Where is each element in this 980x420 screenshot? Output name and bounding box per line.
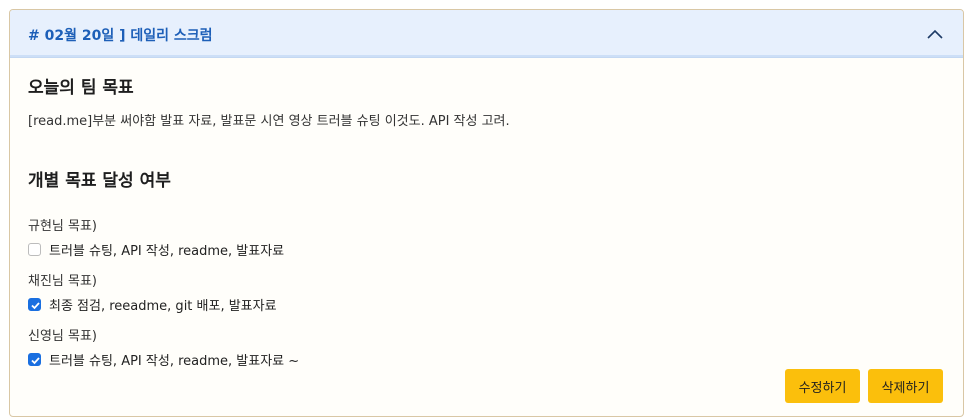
member-goal-checkbox-row[interactable]: 최종 점검, reeadme, git 배포, 발표자료 [28,295,277,314]
member-label: 규현님 목표) [28,219,98,234]
card-body: 오늘의 팀 목표 [read.me]부분 써야함 발표 자료, 발표문 시연 영… [28,70,945,416]
member-goal-text: 트러블 슈팅, API 작성, readme, 발표자료 [49,243,285,259]
member-goal-text: 최종 점검, reeadme, git 배포, 발표자료 [49,298,277,314]
chevron-up-icon[interactable] [925,24,945,44]
individual-goals-heading: 개별 목표 달성 여부 [28,171,171,191]
card-title: # 02월 20일 ] 데일리 스크럼 [28,28,213,44]
checkbox-checked[interactable] [28,297,41,311]
team-goal-text: [read.me]부분 써야함 발표 자료, 발표문 시연 영상 트러블 슈팅 … [28,114,510,129]
check-icon [31,301,40,309]
scrum-card: # 02월 20일 ] 데일리 스크럼 오늘의 팀 목표 [read.me]부분… [9,9,964,417]
edit-button[interactable]: 수정하기 [785,369,860,403]
member-label: 채진님 목표) [28,274,98,289]
member-goal-checkbox-row[interactable]: 트러블 슈팅, API 작성, readme, 발표자료 ~ [28,350,300,369]
delete-button[interactable]: 삭제하기 [868,369,943,403]
card-header[interactable]: # 02월 20일 ] 데일리 스크럼 [10,10,963,58]
member-goal-checkbox-row[interactable]: 트러블 슈팅, API 작성, readme, 발표자료 [28,240,285,259]
member-goal-text: 트러블 슈팅, API 작성, readme, 발표자료 ~ [49,353,300,369]
member-label: 신영님 목표) [28,329,98,344]
check-icon [31,356,40,364]
checkbox-checked[interactable] [28,352,41,366]
checkbox-unchecked[interactable] [28,242,41,256]
team-goal-heading: 오늘의 팀 목표 [28,78,134,98]
